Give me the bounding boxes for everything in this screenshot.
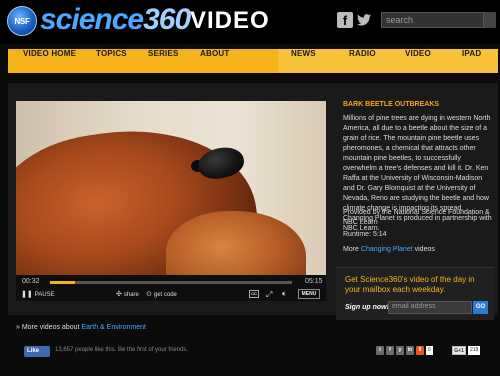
brand-text: science — [40, 3, 144, 36]
pause-button[interactable]: ❚❚ PAUSE — [21, 290, 55, 300]
twitter-share-icon[interactable]: y — [396, 346, 404, 355]
share-count: 0 — [426, 346, 433, 355]
nsf-logo[interactable]: NSF — [7, 6, 37, 36]
signup-label: Sign up now! — [345, 304, 389, 311]
nav-series[interactable]: SERIES — [148, 49, 179, 73]
share-icon: ✣ — [116, 291, 122, 298]
signup-go-button[interactable]: GO — [473, 301, 488, 314]
share-plus-icon[interactable]: 8 — [416, 346, 424, 355]
related-videos-line: » More videos about Earth & Environment — [16, 324, 146, 331]
like-label: Like — [27, 348, 40, 354]
newsletter-signup: Get Science360's video of the day in you… — [336, 267, 494, 320]
more-suffix: videos — [412, 246, 435, 253]
nav-about[interactable]: ABOUT — [200, 49, 229, 73]
cc-button[interactable]: CC — [249, 290, 259, 298]
video-player[interactable] — [16, 101, 326, 275]
facebook-like-button[interactable]: Like — [24, 346, 50, 357]
email-field[interactable]: email address — [388, 301, 472, 314]
gplus-count: 218 — [468, 346, 481, 355]
nav-radio[interactable]: RADIO — [349, 49, 376, 73]
site-header: NSF science360 VIDEO f search — [0, 0, 500, 44]
seek-bar[interactable] — [50, 281, 292, 284]
nav-news[interactable]: NEWS — [291, 49, 316, 73]
search-button[interactable] — [484, 12, 496, 28]
video-title: BARK BEETLE OUTBREAKS — [343, 101, 440, 108]
more-series-line: More Changing Planet videos — [343, 246, 435, 253]
current-time: 00:32 — [22, 278, 40, 285]
embed-icon: ⊙ — [146, 291, 152, 298]
get-code-label: get code — [153, 292, 177, 298]
more-prefix: More — [343, 246, 361, 253]
share-strip: t f y in 8 0 G+1 218 — [376, 346, 494, 358]
facebook-share-icon[interactable]: f — [386, 346, 394, 355]
topic-link[interactable]: Earth & Environment — [81, 324, 146, 331]
share-button[interactable]: ✣ share — [116, 290, 139, 300]
volume-icon[interactable]: 🔈︎ — [282, 289, 287, 299]
linkedin-icon[interactable]: in — [406, 346, 414, 355]
signup-text: Get Science360's video of the day in you… — [345, 275, 475, 294]
series-link[interactable]: Changing Planet — [361, 246, 413, 253]
menu-button[interactable]: MENU — [298, 289, 320, 299]
nav-topics[interactable]: TOPICS — [96, 49, 127, 73]
related-prefix: » More videos about — [16, 324, 82, 331]
pause-icon: ❚❚ — [21, 291, 33, 298]
science360-logo[interactable]: science360 — [40, 3, 191, 37]
search-input[interactable]: search — [381, 12, 484, 28]
brand-number: 360 — [143, 3, 191, 36]
like-count-text: 13,657 people like this. Be the first of… — [55, 347, 189, 353]
seek-progress — [50, 281, 75, 284]
duration: 05:15 — [305, 278, 323, 285]
get-code-button[interactable]: ⊙ get code — [146, 290, 177, 300]
player-controls: 00:32 05:15 ❚❚ PAUSE ✣ share ⊙ get code CC … — [16, 275, 326, 301]
nav-video[interactable]: VIDEO — [405, 49, 431, 73]
share-label: share — [123, 292, 139, 298]
video-credit: Provided by the National Science Foundat… — [343, 209, 490, 226]
section-title: VIDEO — [190, 7, 270, 34]
main-nav: VIDEO HOME TOPICS SERIES ABOUT NEWS RADI… — [8, 49, 498, 73]
nav-video-home[interactable]: VIDEO HOME — [23, 49, 76, 73]
nav-ipad[interactable]: IPAD — [462, 49, 481, 73]
gplus-button[interactable]: G+1 — [452, 346, 466, 355]
facebook-icon[interactable]: f — [337, 12, 353, 28]
video-runtime: Runtime: 5:14 — [343, 231, 387, 238]
pause-label: PAUSE — [34, 292, 55, 298]
tumblr-icon[interactable]: t — [376, 346, 384, 355]
fullscreen-icon[interactable]: ⤢ — [266, 290, 272, 300]
twitter-icon[interactable] — [356, 12, 372, 28]
